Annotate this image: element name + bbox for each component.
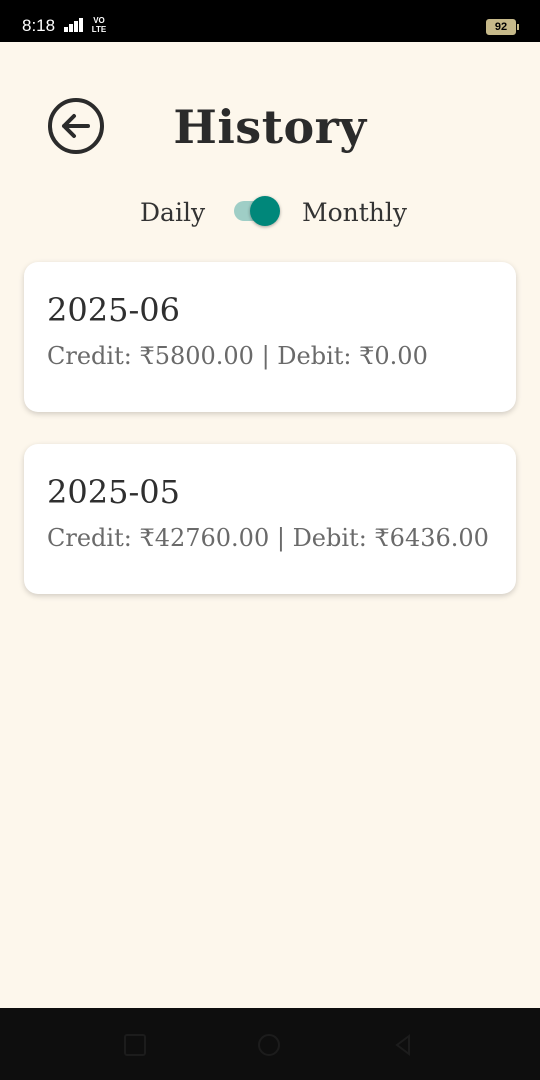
status-bar: 8:18 VO LTE 92 [0,0,540,42]
page-title: History [173,100,367,154]
recent-apps-icon[interactable] [124,1034,146,1056]
history-list: 2025-06 Credit: ₹5800.00 | Debit: ₹0.00 … [24,262,516,626]
history-summary: Credit: ₹42760.00 | Debit: ₹6436.00 [47,524,489,552]
toggle-label-monthly[interactable]: Monthly [302,198,407,227]
history-period: 2025-05 [47,473,180,511]
volte-icon: VO LTE [91,16,107,34]
history-period: 2025-06 [47,291,180,329]
history-summary: Credit: ₹5800.00 | Debit: ₹0.00 [47,342,428,370]
back-icon[interactable] [392,1034,414,1056]
signal-icon [64,18,88,32]
history-card[interactable]: 2025-06 Credit: ₹5800.00 | Debit: ₹0.00 [24,262,516,412]
navigation-bar [0,1008,540,1080]
switch-thumb [250,196,280,226]
view-mode-toggle-row: Daily Monthly [0,196,540,230]
daily-monthly-switch[interactable] [230,196,284,228]
battery-icon: 92 [486,19,519,35]
toggle-label-daily[interactable]: Daily [140,198,205,227]
home-icon[interactable] [258,1034,280,1056]
history-card[interactable]: 2025-05 Credit: ₹42760.00 | Debit: ₹6436… [24,444,516,594]
status-time: 8:18 [22,16,56,35]
